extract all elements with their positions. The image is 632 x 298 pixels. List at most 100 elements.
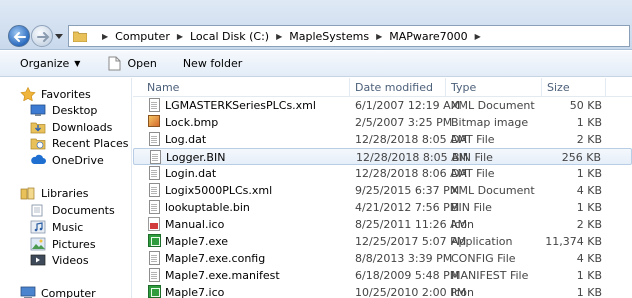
nav-favorites[interactable]: Favorites: [20, 86, 91, 102]
file-row[interactable]: Maple7.exe.config 8/8/2013 3:39 PM CONFIG …: [133, 250, 632, 267]
ico-icon: [148, 217, 160, 231]
open-button[interactable]: Open: [100, 53, 164, 75]
nav-videos[interactable]: Videos: [30, 252, 89, 268]
forward-arrow-icon: [37, 32, 50, 42]
breadcrumb-label: Computer: [115, 29, 170, 43]
file-name: lookuptable.bin: [165, 201, 250, 214]
nav-label: Favorites: [41, 87, 91, 101]
downloads-folder-icon: [30, 122, 46, 134]
file-type: CONFIG File: [451, 252, 516, 265]
navigation-pane: Favorites Desktop Downloads Recent Place…: [0, 78, 132, 298]
nav-downloads[interactable]: Downloads: [30, 119, 112, 135]
chevron-right-icon[interactable]: ▶: [177, 32, 183, 41]
column-header-name[interactable]: Name: [147, 81, 179, 94]
file-name: Lock.bmp: [165, 116, 219, 129]
nav-label: Desktop: [52, 103, 98, 117]
file-row[interactable]: Maple7.ico 10/25/2010 2:00 PM Icon 1 KB: [133, 284, 632, 298]
document-icon: [149, 268, 160, 282]
nav-label: Pictures: [52, 237, 96, 251]
file-name: Maple7.exe.manifest: [165, 269, 280, 282]
breadcrumb-maplesystems[interactable]: MapleSystems: [289, 30, 369, 43]
chevron-right-icon[interactable]: ▶: [376, 32, 382, 41]
document-icon: [149, 132, 160, 146]
nav-label: Music: [52, 220, 84, 234]
application-icon: [148, 234, 161, 247]
nav-music[interactable]: Music: [30, 219, 83, 235]
new-folder-label: New folder: [182, 57, 243, 70]
file-name: Logix5000PLCs.xml: [165, 184, 273, 197]
file-icon-cell: [148, 217, 162, 231]
file-row[interactable]: Maple7.exe 12/25/2017 5:07 PM Application 1…: [133, 233, 632, 250]
cloud-icon: [31, 154, 46, 164]
document-icon: [149, 98, 160, 112]
nav-label: Recent Places: [52, 136, 129, 150]
forward-button[interactable]: [31, 25, 53, 47]
nav-documents[interactable]: Documents: [30, 202, 115, 218]
file-type: XML Document: [451, 184, 535, 197]
recent-pages-dropdown-icon[interactable]: [55, 32, 63, 40]
file-icon-cell: [148, 98, 162, 112]
breadcrumb-label: MapleSystems: [289, 29, 370, 43]
nav-desktop[interactable]: Desktop: [30, 102, 97, 118]
file-date-modified: 6/1/2007 12:19 AM: [355, 99, 461, 112]
breadcrumb-mapware7000[interactable]: MAPware7000: [389, 30, 467, 43]
file-type: XML Document: [451, 99, 535, 112]
chevron-right-icon[interactable]: ▶: [102, 32, 108, 41]
nav-recent-places[interactable]: Recent Places: [30, 135, 129, 151]
breadcrumb-label: MAPware7000: [389, 29, 468, 43]
file-size: 256 KB: [561, 151, 601, 164]
file-row[interactable]: Maple7.exe.manifest 6/18/2009 5:48 PM MANI…: [133, 267, 632, 284]
file-name: LGMASTERKSeriesPLCs.xml: [165, 99, 316, 112]
column-header-date-modified[interactable]: Date modified: [355, 81, 433, 94]
file-row[interactable]: Lock.bmp 2/5/2007 3:25 PM Bitmap image 1 KB: [133, 114, 632, 131]
back-button[interactable]: [8, 25, 30, 47]
file-row[interactable]: Log.dat 12/28/2018 8:05 AM DAT File 2 KB: [133, 131, 632, 148]
nav-libraries[interactable]: Libraries: [20, 185, 89, 201]
column-header-size[interactable]: Size: [547, 81, 570, 94]
file-size: 1 KB: [576, 269, 602, 282]
file-type: Bitmap image: [451, 116, 529, 129]
file-date-modified: 10/25/2010 2:00 PM: [355, 286, 467, 298]
column-divider[interactable]: [605, 78, 606, 97]
file-row[interactable]: lookuptable.bin 4/21/2012 7:56 PM BIN File…: [133, 199, 632, 216]
chevron-right-icon[interactable]: ▶: [276, 32, 282, 41]
column-header-type[interactable]: Type: [451, 81, 476, 94]
file-icon-cell: [148, 132, 162, 146]
file-row[interactable]: LGMASTERKSeriesPLCs.xml 6/1/2007 12:19 AM…: [133, 97, 632, 114]
file-size: 1 KB: [576, 286, 602, 298]
file-icon-cell: [148, 166, 162, 180]
breadcrumb-computer[interactable]: Computer: [115, 30, 170, 43]
breadcrumb-local-disk[interactable]: Local Disk (C:): [190, 30, 269, 43]
column-divider[interactable]: [541, 78, 542, 97]
star-icon: [20, 87, 36, 101]
open-label: Open: [127, 57, 157, 70]
nav-label: OneDrive: [52, 153, 104, 167]
nav-label: Computer: [41, 286, 96, 298]
documents-icon: [31, 204, 43, 217]
file-date-modified: 4/21/2012 7:56 PM: [355, 201, 460, 214]
file-icon-cell: [148, 234, 162, 248]
chevron-right-icon[interactable]: ▶: [475, 32, 481, 41]
file-row[interactable]: Login.dat 12/28/2018 8:06 AM DAT File 1 KB: [133, 165, 632, 182]
file-date-modified: 6/18/2009 5:48 PM: [355, 269, 460, 282]
file-icon-cell: [148, 115, 162, 129]
document-icon: [150, 150, 161, 164]
new-folder-button[interactable]: New folder: [175, 53, 250, 75]
file-type: Icon: [451, 286, 474, 298]
nav-label: Documents: [52, 203, 115, 217]
file-type: MANIFEST File: [451, 269, 529, 282]
file-type: BIN File: [452, 151, 493, 164]
column-divider[interactable]: [349, 78, 350, 97]
organize-button[interactable]: Organize ▼: [12, 53, 88, 75]
document-icon: [108, 56, 121, 71]
nav-pictures[interactable]: Pictures: [30, 236, 96, 252]
file-row[interactable]: Manual.ico 8/25/2011 11:26 AM Icon 2 KB: [133, 216, 632, 233]
nav-onedrive[interactable]: OneDrive: [30, 152, 104, 168]
column-divider[interactable]: [445, 78, 446, 97]
file-type: DAT File: [451, 133, 495, 146]
desktop-icon: [30, 104, 46, 116]
nav-computer[interactable]: Computer: [20, 285, 96, 298]
file-row[interactable]: Logix5000PLCs.xml 9/25/2015 6:37 PM XML Do…: [133, 182, 632, 199]
file-row[interactable]: Logger.BIN 12/28/2018 8:05 AM BIN File 256 …: [133, 148, 632, 165]
address-box[interactable]: ▶ Computer ▶ Local Disk (C:) ▶ MapleSyst…: [68, 25, 630, 47]
